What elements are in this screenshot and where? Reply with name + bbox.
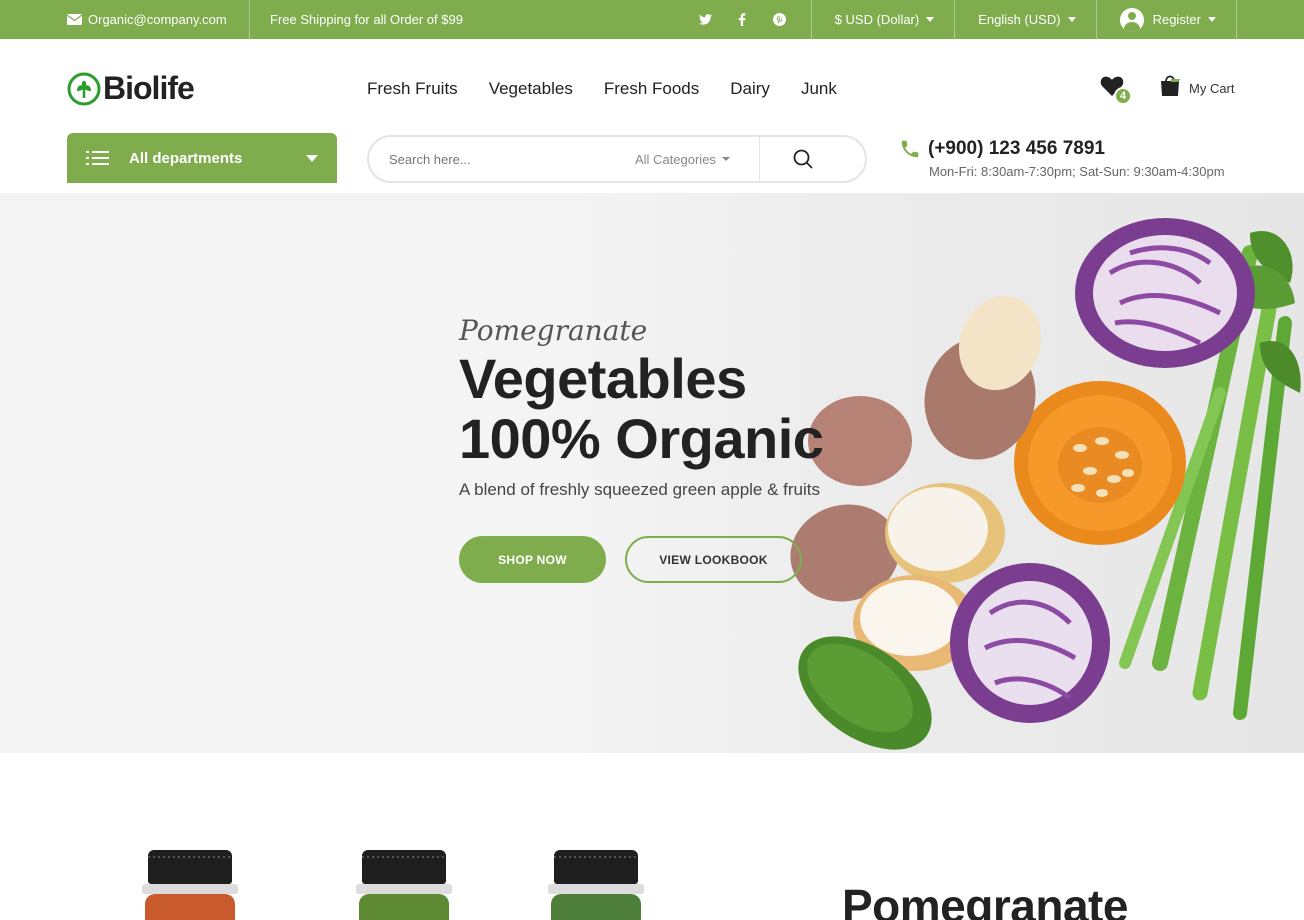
shop-now-button[interactable]: SHOP NOW xyxy=(459,536,606,583)
caret-down-icon xyxy=(1208,17,1216,22)
nav-dairy[interactable]: Dairy xyxy=(730,79,770,99)
phone-number[interactable]: (+900) 123 456 7891 xyxy=(899,138,1225,160)
register-label: Register xyxy=(1152,12,1201,27)
caret-down-icon xyxy=(721,157,730,161)
leaf-logo-icon xyxy=(67,72,101,105)
nav-vegetables[interactable]: Vegetables xyxy=(489,79,573,99)
juice-bottle-image xyxy=(548,850,644,920)
language-label: English (USD) xyxy=(978,12,1061,27)
pinterest-icon[interactable] xyxy=(772,12,787,27)
hero-subtitle: Pomegranate xyxy=(459,314,648,347)
promo-title: Pomegranate xyxy=(842,880,1128,920)
juice-bottle-image xyxy=(142,850,238,920)
email-text: Organic@company.com xyxy=(88,12,227,27)
shipping-text: Free Shipping for all Order of $99 xyxy=(270,12,463,27)
caret-down-icon xyxy=(926,17,935,22)
view-lookbook-button[interactable]: VIEW LOOKBOOK xyxy=(625,536,802,583)
opening-hours: Mon-Fri: 8:30am-7:30pm; Sat-Sun: 9:30am-… xyxy=(929,164,1225,179)
hero-title-line1: Vegetables xyxy=(459,347,747,410)
list-icon xyxy=(86,151,109,165)
cart-label: My Cart xyxy=(1189,81,1235,96)
caret-down-icon xyxy=(1067,17,1076,22)
contact-info: (+900) 123 456 7891 Mon-Fri: 8:30am-7:30… xyxy=(899,138,1225,179)
wishlist-count-badge: 4 xyxy=(1114,87,1132,105)
departments-label: All departments xyxy=(129,149,243,167)
currency-label: $ USD (Dollar) xyxy=(834,12,920,27)
search-bar: All Categories xyxy=(367,135,867,183)
currency-select[interactable]: $ USD (Dollar) xyxy=(812,0,956,39)
nav-fresh-fruits[interactable]: Fresh Fruits xyxy=(367,79,458,99)
logo-text: Biolife xyxy=(103,70,195,106)
wishlist-button[interactable]: 4 xyxy=(1100,75,1132,105)
shopping-bag-icon xyxy=(1161,75,1180,96)
search-input[interactable] xyxy=(369,139,629,179)
cart-button[interactable]: My Cart xyxy=(1159,75,1235,97)
juice-bottle-image xyxy=(356,850,452,920)
search-icon xyxy=(794,149,814,169)
nav-fresh-foods[interactable]: Fresh Foods xyxy=(604,79,699,99)
site-header: Biolife Fresh Fruits Vegetables Fresh Fo… xyxy=(0,39,1304,134)
facebook-icon[interactable] xyxy=(735,12,750,27)
social-links xyxy=(698,0,812,39)
hero-title: Vegetables 100% Organic xyxy=(459,347,824,470)
all-departments-button[interactable]: All departments xyxy=(67,133,337,183)
logo[interactable]: Biolife xyxy=(67,70,195,107)
phone-icon xyxy=(901,140,919,158)
hero-banner: Pomegranate Vegetables 100% Organic A bl… xyxy=(0,193,1304,753)
email-link[interactable]: Organic@company.com xyxy=(67,0,250,39)
top-bar: Organic@company.com Free Shipping for al… xyxy=(0,0,1304,39)
hero-description: A blend of freshly squeezed green apple … xyxy=(459,480,821,499)
hero-title-line2: 100% Organic xyxy=(459,407,824,470)
caret-down-icon xyxy=(306,154,318,162)
phone-text: (+900) 123 456 7891 xyxy=(928,138,1105,159)
main-nav: Fresh Fruits Vegetables Fresh Foods Dair… xyxy=(367,79,837,99)
twitter-icon[interactable] xyxy=(698,12,713,27)
register-menu[interactable]: Register xyxy=(1097,0,1237,39)
shipping-notice: Free Shipping for all Order of $99 xyxy=(270,0,463,39)
language-select[interactable]: English (USD) xyxy=(955,0,1097,39)
nav-junk[interactable]: Junk xyxy=(801,79,837,99)
vegetables-image xyxy=(790,218,1301,750)
user-avatar-icon xyxy=(1119,7,1144,32)
envelope-icon xyxy=(67,14,82,25)
category-label: All Categories xyxy=(635,151,716,167)
category-select[interactable]: All Categories xyxy=(635,152,730,167)
search-button[interactable] xyxy=(760,137,847,181)
promo-section: Pomegranate xyxy=(0,753,1304,920)
